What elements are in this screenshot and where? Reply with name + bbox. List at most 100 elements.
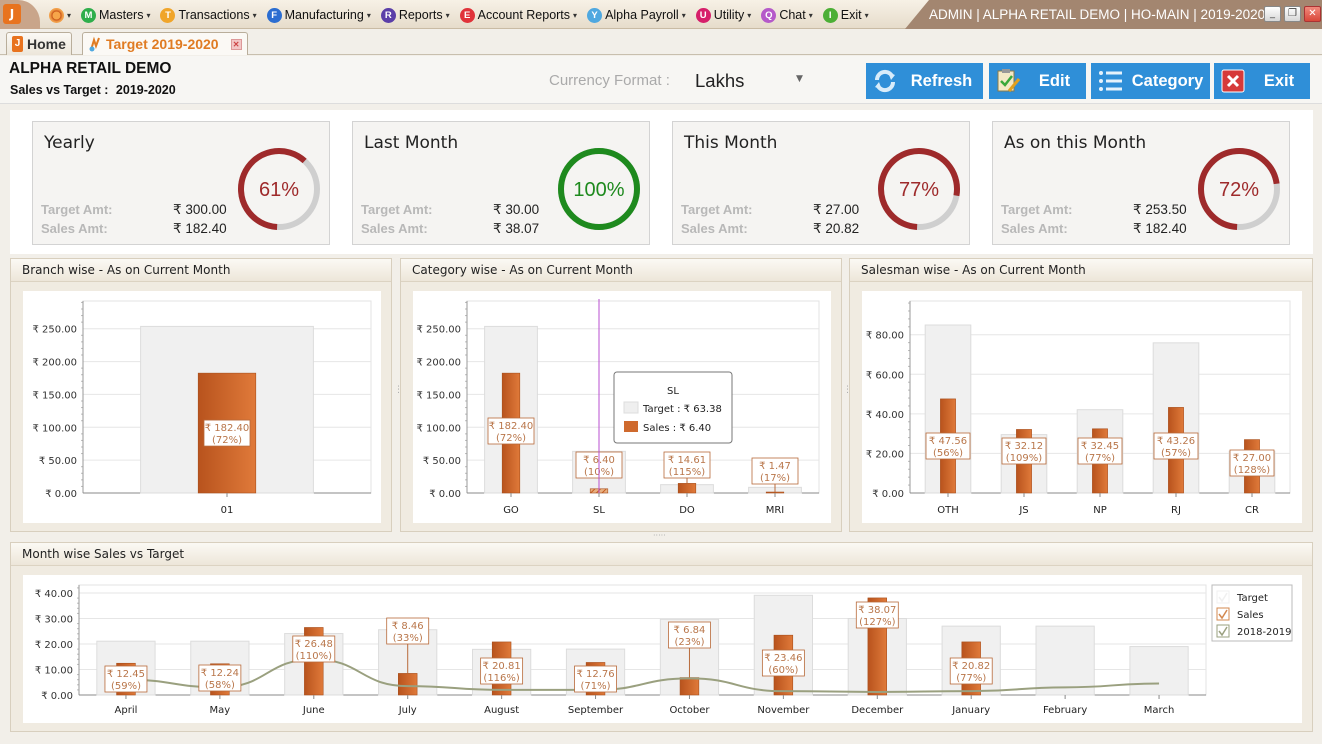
menu-account-reports[interactable]: E Account Reports ▾ xyxy=(457,7,580,23)
currency-format-label: Currency Format : xyxy=(549,72,670,89)
data-label-value: ₹ 8.46 xyxy=(392,621,424,632)
target-bar xyxy=(1129,646,1189,696)
menu-masters[interactable]: M Masters ▾ xyxy=(78,7,153,23)
chevron-down-icon: ▾ xyxy=(252,10,257,20)
menu-exit[interactable]: I Exit ▾ xyxy=(820,7,872,23)
menu-label: Account Reports xyxy=(477,8,571,22)
legend-item-sales[interactable]: Sales xyxy=(1216,607,1264,621)
edit-button[interactable]: Edit xyxy=(989,63,1086,99)
manufacturing-icon: F xyxy=(266,7,282,23)
chevron-down-icon: ▾ xyxy=(864,10,869,20)
company-name: ALPHA RETAIL DEMO xyxy=(9,60,172,77)
y-tick-label: ₹ 30.00 xyxy=(35,615,73,626)
data-label-value: ₹ 12.45 xyxy=(107,669,145,680)
close-tab-icon[interactable]: ✕ xyxy=(230,38,242,50)
menu-label: Transactions xyxy=(178,8,250,22)
kpi-target-value: ₹ 27.00 xyxy=(813,202,860,217)
exit-button[interactable]: Exit xyxy=(1214,63,1310,99)
kpi-target-label: Target Amt: xyxy=(361,202,433,217)
data-label-percent: (58%) xyxy=(205,680,235,691)
y-tick-label: ₹ 0.00 xyxy=(872,489,904,500)
branch-chart-panel: Branch wise - As on Current Month ₹ 0.00… xyxy=(10,258,392,532)
menu-manufacturing[interactable]: F Manufacturing ▾ xyxy=(264,7,374,23)
kpi-card-as-on-this-month: As on this Month Target Amt: ₹ 253.50 Sa… xyxy=(992,121,1290,245)
data-label-percent: (23%) xyxy=(674,637,704,648)
x-category-label: March xyxy=(1144,705,1174,716)
menu-utility[interactable]: U Utility ▾ xyxy=(693,7,755,23)
x-category-label: DO xyxy=(679,505,695,516)
salesman-chart: ₹ 0.00 ₹ 20.00 ₹ 40.00 ₹ 60.00 ₹ 80.00 OTH JS N… xyxy=(866,300,1291,516)
data-label-percent: (72%) xyxy=(212,435,242,446)
tooltip-title: SL xyxy=(667,386,679,397)
horizontal-splitter[interactable]: ····· xyxy=(653,531,666,540)
restore-button[interactable]: ❐ xyxy=(1284,6,1301,22)
branch-chart-area: ₹ 0.00 ₹ 50.00 ₹ 100.00 ₹ 150.00 ₹ 200.00 ₹ 2… xyxy=(23,291,381,523)
kpi-sales-value: ₹ 182.40 xyxy=(1133,221,1187,236)
data-label-value: ₹ 14.61 xyxy=(668,455,706,466)
category-button[interactable]: Category xyxy=(1091,63,1210,99)
list-icon xyxy=(1095,66,1125,96)
kpi-gauge: 77% xyxy=(878,148,960,230)
legend-label: 2018-2019 xyxy=(1237,627,1292,638)
y-tick-label: ₹ 40.00 xyxy=(35,589,73,600)
month-chart: ₹ 0.00 ₹ 10.00 ₹ 20.00 ₹ 30.00 ₹ 40.00 April M… xyxy=(35,584,1293,716)
tooltip-sales-swatch xyxy=(624,421,638,432)
account-reports-icon: E xyxy=(459,7,475,23)
kpi-target-label: Target Amt: xyxy=(41,202,113,217)
chevron-down-icon: ▾ xyxy=(681,10,686,20)
data-label-value: ₹ 182.40 xyxy=(489,421,534,432)
y-tick-label: ₹ 200.00 xyxy=(416,358,461,369)
kpi-card-last-month: Last Month Target Amt: ₹ 30.00 Sales Amt… xyxy=(352,121,650,245)
chevron-down-icon: ▾ xyxy=(573,10,578,20)
chevron-down-icon: ▾ xyxy=(146,10,151,20)
legend-item-2018-2019[interactable]: 2018-2019 xyxy=(1216,624,1292,638)
category-label: Category xyxy=(1131,71,1204,90)
data-label-percent: (56%) xyxy=(933,448,963,459)
title-bar: J ▾ M Masters ▾ T Transactions ▾ F Manufacturing… xyxy=(0,0,1322,29)
target-tab-icon xyxy=(89,36,100,52)
tab-target[interactable]: Target 2019-2020 ✕ xyxy=(82,32,248,55)
data-label-value: ₹ 6.84 xyxy=(674,625,706,636)
x-category-label: SL xyxy=(593,505,605,516)
data-label-value: ₹ 27.00 xyxy=(1233,453,1271,464)
close-button[interactable]: ✕ xyxy=(1304,6,1321,22)
app-logo-icon[interactable]: J xyxy=(3,4,21,24)
gauge-percent: 77% xyxy=(899,179,939,201)
transactions-icon: T xyxy=(160,7,176,23)
data-label-value: ₹ 182.40 xyxy=(205,423,250,434)
subtitle-label: Sales vs Target : xyxy=(10,83,109,97)
exit-icon: I xyxy=(822,7,838,23)
menu-quick[interactable]: ▾ xyxy=(46,7,74,23)
data-label-percent: (57%) xyxy=(1161,448,1191,459)
menu-chat[interactable]: Q Chat ▾ xyxy=(758,7,815,23)
refresh-button[interactable]: Refresh xyxy=(866,63,983,99)
legend-checkbox xyxy=(1216,624,1230,638)
menu-transactions[interactable]: T Transactions ▾ xyxy=(157,7,259,23)
x-category-label: 01 xyxy=(221,505,234,516)
kpi-sales-label: Sales Amt: xyxy=(1001,221,1068,236)
chevron-down-icon[interactable]: ▼ xyxy=(796,74,803,84)
refresh-label: Refresh xyxy=(910,71,973,90)
data-label-value: ₹ 20.81 xyxy=(483,661,521,672)
category-chart: ₹ 0.00 ₹ 50.00 ₹ 100.00 ₹ 150.00 ₹ 200.00 ₹ 2… xyxy=(416,299,820,516)
panel-title: Salesman wise - As on Current Month xyxy=(850,259,1312,282)
kpi-sales-label: Sales Amt: xyxy=(681,221,748,236)
legend-checkbox xyxy=(1216,590,1230,604)
menu-reports[interactable]: R Reports ▾ xyxy=(378,7,453,23)
legend-item-target[interactable]: Target xyxy=(1216,590,1268,604)
kpi-title: Last Month xyxy=(364,133,459,153)
y-tick-label: ₹ 250.00 xyxy=(416,325,461,336)
x-category-label: August xyxy=(484,705,519,716)
branch-chart: ₹ 0.00 ₹ 50.00 ₹ 100.00 ₹ 150.00 ₹ 200.00 ₹ 2… xyxy=(32,300,372,516)
currency-format-select[interactable]: Lakhs xyxy=(695,70,744,92)
y-tick-label: ₹ 0.00 xyxy=(41,691,73,702)
kpi-title: This Month xyxy=(684,133,778,153)
data-label-value: ₹ 1.47 xyxy=(759,461,791,472)
window-title: ADMIN | ALPHA RETAIL DEMO | HO-MAIN | 20… xyxy=(929,7,1266,22)
y-tick-label: ₹ 50.00 xyxy=(39,456,77,467)
menu-label: Manufacturing xyxy=(284,8,364,22)
kpi-sales-label: Sales Amt: xyxy=(41,221,108,236)
menu-alpha-payroll[interactable]: Y Alpha Payroll ▾ xyxy=(584,7,689,23)
minimize-button[interactable]: _ xyxy=(1264,6,1281,22)
tab-home[interactable]: J Home xyxy=(6,32,72,55)
